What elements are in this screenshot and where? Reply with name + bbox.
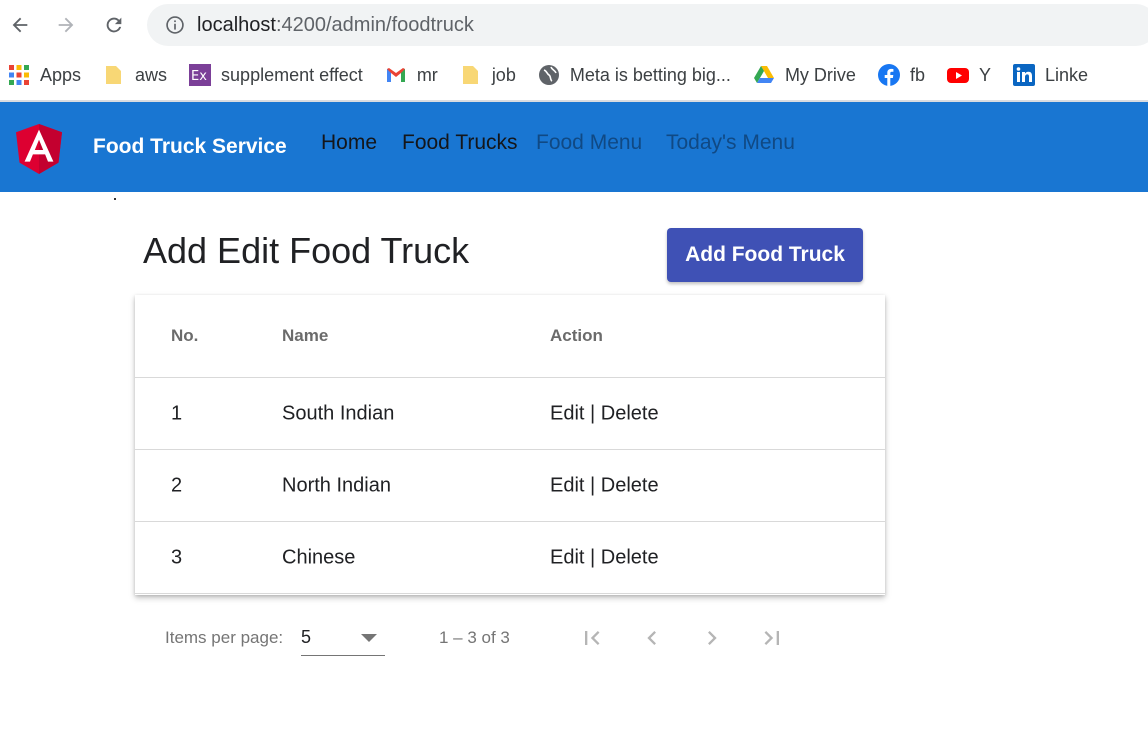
nav-link-todays-menu[interactable]: Today's Menu — [666, 131, 795, 155]
bookmark-my-drive[interactable]: My Drive — [753, 64, 856, 86]
apps-grid-icon — [8, 64, 30, 86]
first-page-icon — [585, 631, 600, 645]
cell-action-links[interactable]: Edit | Delete — [550, 474, 659, 497]
cell-action-links[interactable]: Edit | Delete — [550, 546, 659, 569]
browser-toolbar: localhost:4200/admin/foodtruck — [0, 0, 1148, 50]
back-button[interactable] — [6, 11, 34, 39]
bookmark-job[interactable]: job — [460, 64, 516, 86]
bookmark-label: job — [491, 64, 516, 85]
cell-no: 3 — [171, 546, 183, 568]
nav-link-home[interactable]: Home — [321, 131, 377, 155]
bookmark-apps[interactable]: Apps — [8, 64, 81, 86]
bookmark-label: fb — [909, 64, 925, 85]
youtube-icon — [946, 64, 969, 86]
bookmark-label: supplement effect — [221, 64, 363, 85]
bookmark-label: My Drive — [784, 64, 856, 85]
cell-action-links[interactable]: Edit | Delete — [550, 402, 659, 425]
bookmark-meta[interactable]: Meta is betting big... — [538, 64, 731, 86]
column-header-no: No. — [171, 326, 199, 345]
next-page-button[interactable] — [695, 621, 729, 655]
bookmark-label: Meta is betting big... — [569, 64, 731, 85]
bookmark-label: mr — [416, 64, 438, 85]
column-header-action: Action — [550, 326, 603, 345]
cell-name: South Indian — [282, 402, 395, 424]
dropdown-arrow-icon — [361, 634, 377, 642]
address-bar[interactable]: localhost:4200/admin/foodtruck — [147, 4, 1148, 46]
bookmark-mr[interactable]: mr — [385, 64, 438, 86]
first-page-button[interactable] — [575, 621, 609, 655]
back-arrow-icon — [12, 17, 28, 33]
cell-name: Chinese — [282, 546, 356, 568]
google-drive-icon — [753, 64, 775, 86]
bookmark-aws[interactable]: aws — [103, 64, 167, 86]
app-brand-title[interactable]: Food Truck Service — [93, 135, 287, 159]
facebook-icon — [877, 64, 900, 86]
previous-page-button[interactable] — [635, 621, 669, 655]
chevron-right-icon — [708, 631, 717, 645]
column-header-name: Name — [282, 326, 329, 345]
url-path: :4200/admin/foodtruck — [275, 13, 474, 36]
table-row: 2 North Indian Edit | Delete — [135, 450, 885, 522]
table-paginator: Items per page: 5 1 – 3 of 3 — [135, 600, 885, 672]
bookmarks-bar: Apps aws Ex supplement effect mr job Met… — [0, 52, 1148, 98]
reload-button[interactable] — [100, 11, 128, 39]
url-host: localhost — [197, 13, 276, 36]
cell-name: North Indian — [282, 474, 391, 496]
folder-icon — [460, 64, 482, 86]
url-text: localhost:4200/admin/foodtruck — [197, 14, 474, 37]
reload-icon — [106, 17, 122, 33]
ex-icon: Ex — [189, 64, 212, 86]
globe-icon — [538, 64, 560, 86]
cell-no: 2 — [171, 474, 183, 496]
cell-no: 1 — [171, 402, 183, 424]
info-icon[interactable] — [165, 15, 185, 35]
bookmark-label: Y — [978, 64, 991, 85]
page-size-select[interactable]: 5 — [301, 624, 385, 656]
page-size-value: 5 — [301, 627, 312, 647]
bookmark-label: Linke — [1044, 64, 1088, 85]
forward-button[interactable] — [52, 11, 80, 39]
stray-dot — [114, 198, 116, 200]
bookmark-fb[interactable]: fb — [877, 64, 925, 86]
bookmark-supplement-effect[interactable]: Ex supplement effect — [189, 64, 363, 86]
bookmark-label: Apps — [40, 64, 82, 85]
items-per-page-label: Items per page: — [165, 628, 284, 647]
svg-text:Ex: Ex — [191, 69, 207, 84]
food-truck-table: No. Name Action 1 South Indian Edit | De… — [135, 295, 885, 595]
bookmark-label: aws — [135, 64, 168, 85]
bookmark-y[interactable]: Y — [946, 64, 991, 86]
chevron-left-icon — [647, 631, 656, 645]
app-toolbar: Food Truck Service Home Food Trucks Food… — [0, 102, 1148, 192]
table-row: 1 South Indian Edit | Delete — [135, 378, 885, 450]
page-range-label: 1 – 3 of 3 — [439, 628, 510, 647]
table-row: 3 Chinese Edit | Delete — [135, 522, 885, 594]
bookmark-linkedin[interactable]: Linke — [1012, 64, 1088, 86]
page-title: Add Edit Food Truck — [143, 230, 470, 271]
folder-icon — [103, 64, 125, 86]
nav-link-food-menu[interactable]: Food Menu — [536, 131, 642, 155]
nav-link-food-trucks[interactable]: Food Trucks — [402, 131, 518, 155]
forward-arrow-icon — [58, 17, 74, 33]
linkedin-icon — [1012, 64, 1035, 86]
last-page-button[interactable] — [755, 621, 789, 655]
add-food-truck-button[interactable]: Add Food Truck — [667, 228, 863, 282]
gmail-icon — [385, 64, 407, 86]
table-header-row: No. Name Action — [135, 295, 885, 378]
last-page-icon — [764, 631, 779, 645]
angular-logo-icon — [16, 124, 62, 174]
